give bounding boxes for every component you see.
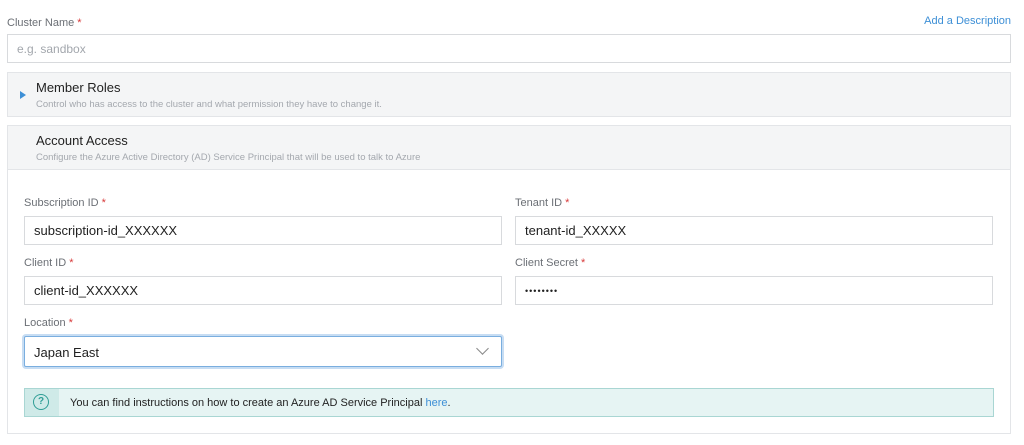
client-secret-label: Client Secret * <box>515 257 586 269</box>
info-icon-box: ? <box>25 389 59 416</box>
info-banner: ? You can find instructions on how to cr… <box>24 388 994 417</box>
question-circle-icon: ? <box>33 394 49 410</box>
add-description-link[interactable]: Add a Description <box>924 15 1011 27</box>
client-id-label: Client ID * <box>24 257 74 269</box>
account-access-header: Account Access Configure the Azure Activ… <box>7 125 1011 169</box>
location-label: Location * <box>24 317 73 329</box>
account-access-title: Account Access <box>36 133 128 148</box>
subscription-id-label: Subscription ID * <box>24 197 106 209</box>
member-roles-subtitle: Control who has access to the cluster an… <box>36 99 382 110</box>
client-id-input[interactable] <box>24 276 502 305</box>
tenant-id-label: Tenant ID * <box>515 197 570 209</box>
subscription-id-input[interactable] <box>24 216 502 245</box>
cluster-name-label: Cluster Name * <box>7 17 82 29</box>
account-access-subtitle: Configure the Azure Active Directory (AD… <box>36 152 421 163</box>
location-selected-value: Japan East <box>34 345 100 360</box>
cluster-name-row: Cluster Name * Add a Description <box>7 13 1011 31</box>
chevron-down-icon <box>476 342 489 355</box>
member-roles-section[interactable]: Member Roles Control who has access to t… <box>7 72 1011 117</box>
tenant-id-input[interactable] <box>515 216 993 245</box>
required-mark: * <box>77 17 82 29</box>
triangle-right-icon[interactable] <box>20 91 26 99</box>
member-roles-title: Member Roles <box>36 80 121 95</box>
info-text: You can find instructions on how to crea… <box>70 397 451 409</box>
cluster-name-input[interactable] <box>7 34 1011 63</box>
location-select[interactable]: Japan East <box>24 336 502 367</box>
instructions-link[interactable]: here <box>425 397 447 409</box>
client-secret-input[interactable] <box>515 276 993 305</box>
